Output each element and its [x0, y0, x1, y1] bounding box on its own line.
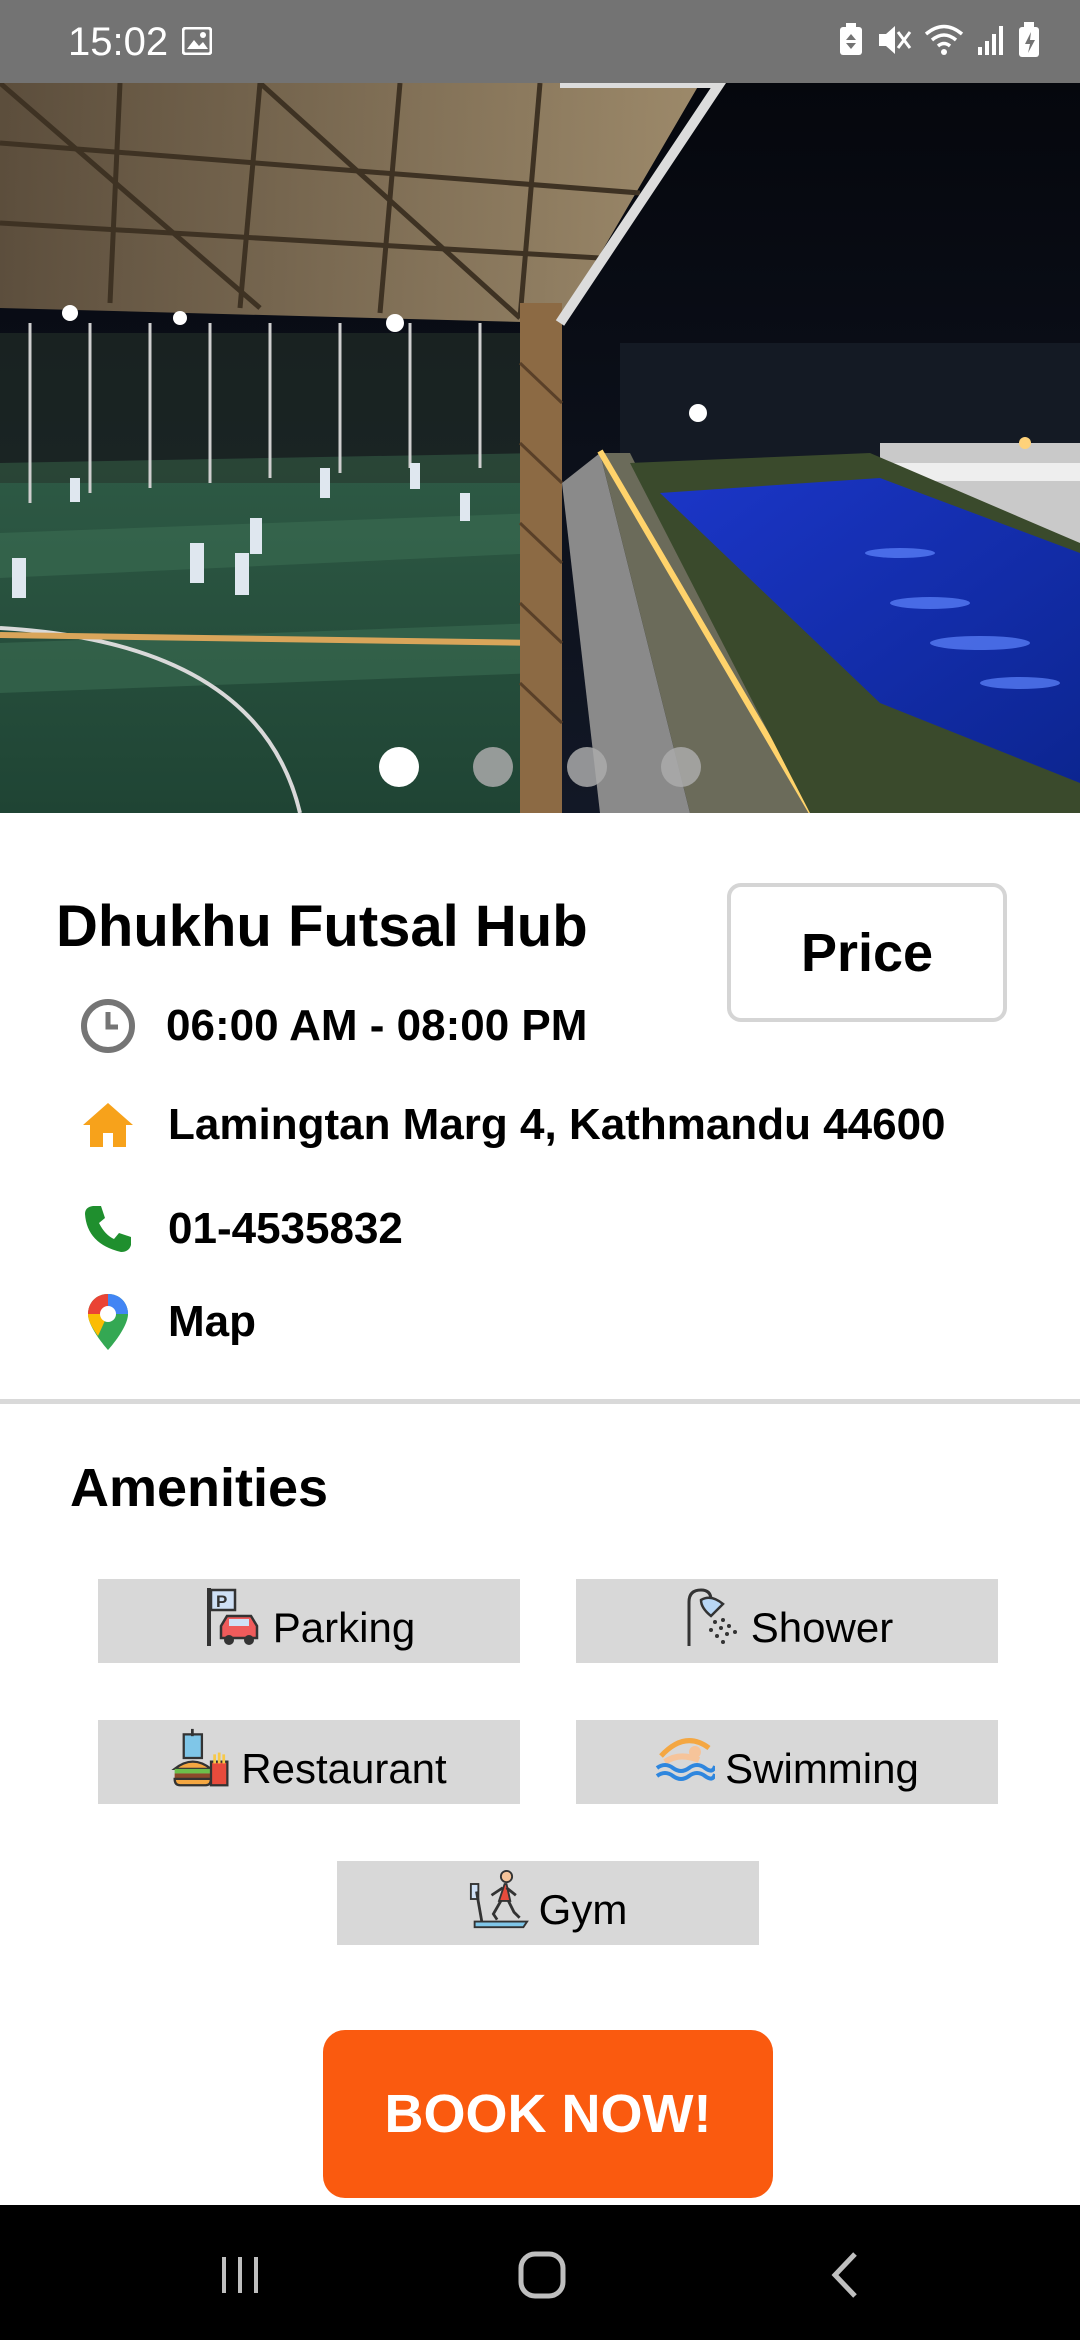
amenity-label: Restaurant	[241, 1745, 447, 1792]
venue-photo-carousel[interactable]	[0, 83, 1080, 813]
clock-icon	[78, 996, 138, 1056]
mute-icon	[876, 23, 912, 62]
battery-saver-icon	[838, 23, 864, 62]
opening-hours: 06:00 AM - 08:00 PM	[166, 1001, 588, 1050]
restaurant-icon	[171, 1728, 231, 1788]
amenity-swimming: Swimming	[576, 1720, 998, 1804]
amenity-label: Gym	[538, 1886, 628, 1933]
system-nav-bar	[0, 2205, 1080, 2340]
amenity-label: Shower	[750, 1604, 894, 1651]
parking-icon: P	[203, 1587, 263, 1647]
map-link[interactable]: Map	[168, 1297, 256, 1347]
venue-name: Dhukhu Futsal Hub	[56, 894, 588, 959]
carousel-dots	[0, 747, 1080, 787]
carousel-dot-2[interactable]	[473, 747, 513, 787]
carousel-dot-1[interactable]	[379, 747, 419, 787]
image-icon	[181, 26, 213, 60]
swimming-icon	[655, 1728, 716, 1788]
amenities-title: Amenities	[70, 1458, 329, 1518]
recent-apps-icon[interactable]	[210, 2245, 270, 2305]
venue-address: Lamingtan Marg 4, Kathmandu 44600	[168, 1100, 946, 1149]
amenity-label: Parking	[272, 1604, 416, 1651]
amenity-gym: Gym	[337, 1861, 759, 1945]
status-icons	[838, 22, 1040, 63]
map-pin-icon	[78, 1292, 138, 1352]
opening-hours-row: 06:00 AM - 08:00 PM	[78, 996, 587, 1056]
wifi-icon	[924, 23, 964, 62]
section-divider	[0, 1399, 1080, 1404]
svg-text:P: P	[216, 1592, 227, 1611]
status-time: 15:02	[68, 20, 169, 64]
carousel-dot-3[interactable]	[567, 747, 607, 787]
back-icon[interactable]	[815, 2245, 875, 2305]
amenity-parking: P Parking	[98, 1579, 520, 1663]
venue-photo	[0, 83, 1080, 813]
book-now-button[interactable]: BOOK NOW!	[323, 2030, 773, 2198]
price-button[interactable]: Price	[727, 883, 1007, 1022]
phone-row[interactable]: 01-4535832	[78, 1199, 403, 1259]
amenity-label: Swimming	[725, 1745, 919, 1792]
battery-charging-icon	[1018, 22, 1040, 63]
signal-icon	[976, 23, 1006, 62]
amenity-shower: Shower	[576, 1579, 998, 1663]
phone-icon	[78, 1199, 138, 1259]
home-address-icon	[78, 1095, 138, 1155]
map-row[interactable]: Map	[78, 1292, 256, 1352]
status-bar: 15:02	[0, 0, 1080, 83]
gym-icon	[469, 1869, 529, 1929]
address-row: Lamingtan Marg 4, Kathmandu 44600	[78, 1095, 946, 1155]
shower-icon	[681, 1587, 741, 1647]
amenity-restaurant: Restaurant	[98, 1720, 520, 1804]
home-icon[interactable]	[512, 2245, 572, 2305]
venue-phone[interactable]: 01-4535832	[168, 1204, 403, 1254]
carousel-dot-4[interactable]	[661, 747, 701, 787]
